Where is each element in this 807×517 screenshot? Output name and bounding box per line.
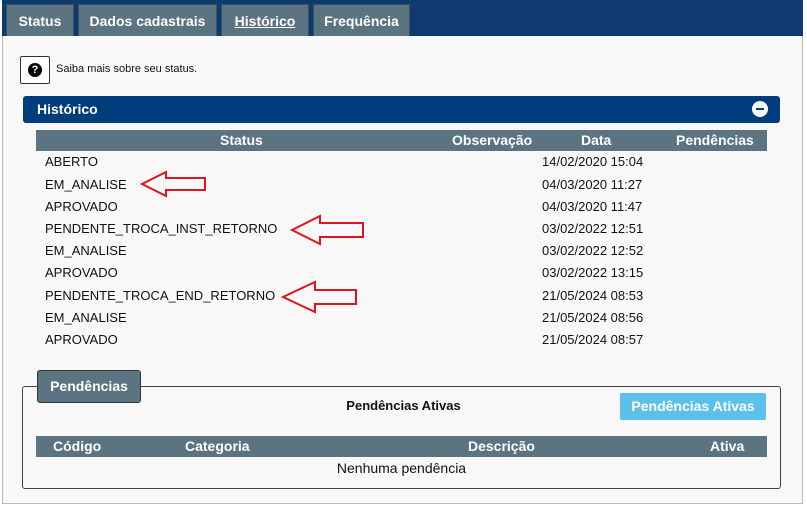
date-cell: 03/02/2022 13:15	[542, 265, 644, 280]
historico-title: Histórico	[37, 101, 98, 117]
date-cell: 21/05/2024 08:56	[542, 310, 644, 325]
status-help-text: Saiba mais sobre seu status.	[56, 63, 198, 75]
date-cell: 03/02/2022 12:52	[542, 243, 644, 258]
col-data: Data	[581, 132, 612, 148]
historico-table-header: Status Observação Data Pendências	[36, 130, 767, 151]
tab-status[interactable]: Status	[6, 4, 74, 36]
annotation-arrow-icon	[140, 170, 206, 198]
table-row: PENDENTE_TROCA_INST_RETORNO 03/02/2022 1…	[36, 218, 767, 240]
status-cell: EM_ANALISE	[45, 310, 127, 325]
date-cell: 04/03/2020 11:27	[542, 177, 643, 192]
table-row: APROVADO 04/03/2020 11:47	[36, 196, 767, 218]
status-cell: EM_ANALISE	[45, 243, 127, 258]
status-cell: APROVADO	[45, 265, 118, 280]
minus-circle-icon[interactable]	[752, 101, 768, 117]
tab-frequencia[interactable]: Frequência	[313, 4, 410, 36]
col-codigo: Código	[53, 438, 102, 454]
annotation-arrow-icon	[290, 214, 364, 246]
table-row: APROVADO 03/02/2022 13:15	[36, 262, 767, 284]
tab-historico[interactable]: Histórico	[221, 4, 309, 36]
date-cell: 03/02/2022 12:51	[542, 221, 644, 236]
table-row: EM_ANALISE 03/02/2022 12:52	[36, 240, 767, 262]
status-cell: PENDENTE_TROCA_END_RETORNO	[45, 288, 276, 303]
tab-bar: Status Dados cadastrais Histórico Frequê…	[2, 0, 803, 36]
date-cell: 04/03/2020 11:47	[542, 199, 643, 214]
status-cell: ABERTO	[45, 154, 98, 169]
col-categoria: Categoria	[185, 438, 250, 454]
date-cell: 21/05/2024 08:57	[542, 332, 644, 347]
date-cell: 14/02/2020 15:04	[542, 154, 644, 169]
status-help-button[interactable]: ?	[20, 56, 50, 84]
col-status: Status	[220, 132, 263, 148]
table-row: PENDENTE_TROCA_END_RETORNO 21/05/2024 08…	[36, 285, 767, 307]
table-row: APROVADO 21/05/2024 08:57	[36, 329, 767, 351]
col-descricao: Descrição	[468, 438, 535, 454]
col-observacao: Observação	[452, 132, 533, 148]
question-icon: ?	[28, 63, 42, 77]
col-pendencias: Pendências	[676, 132, 754, 148]
pendencias-empty-message: Nenhuma pendência	[336, 460, 467, 476]
status-cell: EM_ANALISE	[45, 177, 127, 192]
pendencias-ativas-button[interactable]: Pendências Ativas	[620, 393, 766, 420]
historico-header: Histórico	[23, 96, 780, 123]
tab-dados-cadastrais[interactable]: Dados cadastrais	[78, 4, 217, 36]
table-row: EM_ANALISE 21/05/2024 08:56	[36, 307, 767, 329]
status-cell: PENDENTE_TROCA_INST_RETORNO	[45, 221, 278, 236]
col-ativa: Ativa	[710, 438, 745, 454]
annotation-arrow-icon	[281, 280, 357, 314]
status-cell: APROVADO	[45, 199, 118, 214]
pendencias-table-header: Código Categoria Descrição Ativa	[36, 436, 767, 457]
status-cell: APROVADO	[45, 332, 118, 347]
date-cell: 21/05/2024 08:53	[542, 288, 644, 303]
